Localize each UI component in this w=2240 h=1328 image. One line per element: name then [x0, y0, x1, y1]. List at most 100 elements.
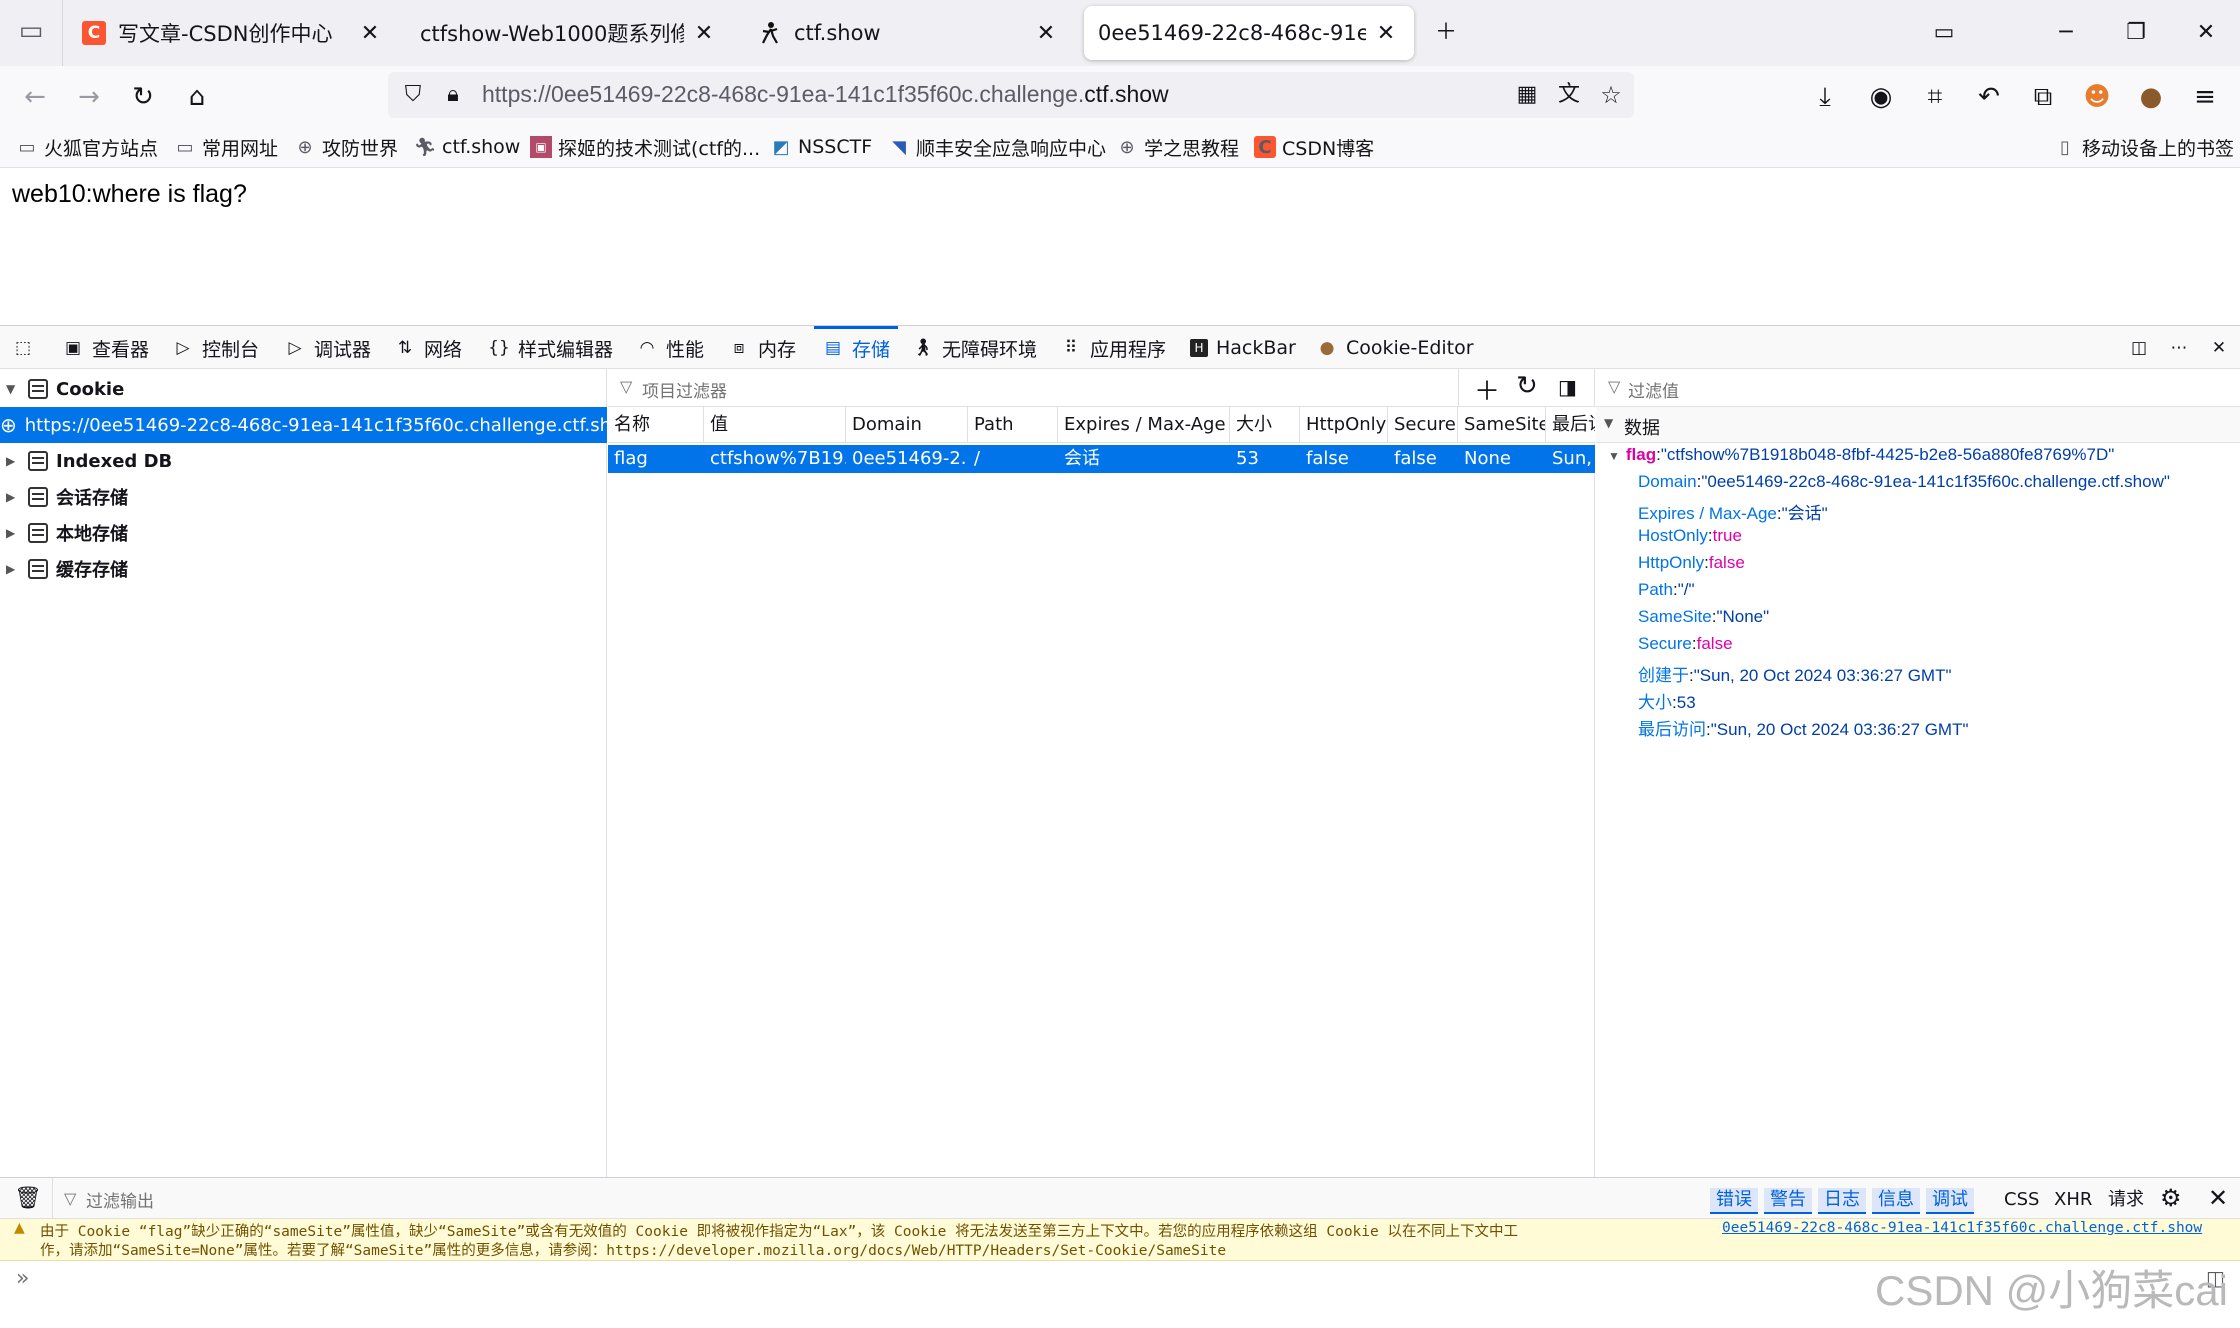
- bookmark-item[interactable]: ◥ 顺丰安全应急响应中心: [888, 126, 1106, 168]
- tab-performance[interactable]: ◠ 性能: [636, 326, 704, 370]
- bookmark-item[interactable]: ▣ 探姬的技术测试(ctf的...: [530, 126, 760, 168]
- bookmark-item[interactable]: ◩ NSSCTF: [770, 126, 872, 168]
- tab-ctfshow[interactable]: ctf.show ✕: [744, 6, 1074, 60]
- filter-debug[interactable]: 调试: [1926, 1188, 1974, 1214]
- tab-memory[interactable]: ⧈ 内存: [728, 326, 796, 370]
- undo-icon[interactable]: ↶: [1972, 80, 2006, 114]
- column-samesite[interactable]: SameSite: [1458, 407, 1546, 443]
- star-icon[interactable]: ☆: [1594, 78, 1628, 112]
- lock-icon[interactable]: 🔒︎: [436, 78, 470, 112]
- property-row[interactable]: 创建于:"Sun, 20 Oct 2024 03:36:27 GMT": [1638, 661, 1952, 686]
- trash-icon[interactable]: 🗑︎: [14, 1186, 42, 1211]
- url-text[interactable]: https://0ee51469-22c8-468c-91ea-141c1f35…: [482, 81, 1169, 108]
- restore-button[interactable]: ❐: [2106, 0, 2166, 66]
- tab-ctfshow-series[interactable]: ctfshow-Web1000题系列修炼(一) ✕: [406, 6, 732, 60]
- column-secure[interactable]: Secure: [1388, 407, 1458, 443]
- bookmark-item[interactable]: 🏃︎ ctf.show: [414, 126, 521, 168]
- bookmark-item[interactable]: C CSDN博客: [1254, 126, 1374, 168]
- sidebar-section-header[interactable]: ▼ 数据: [1596, 407, 2240, 443]
- console-filter-input[interactable]: 过滤输出: [86, 1187, 154, 1212]
- mobile-bookmarks[interactable]: ▯ 移动设备上的书签: [2054, 126, 2234, 168]
- column-last-accessed[interactable]: 最后访问: [1546, 407, 1595, 443]
- download-icon[interactable]: ⤓: [1808, 80, 1842, 114]
- tab-storage[interactable]: ▤ 存储: [813, 326, 899, 370]
- tab-debugger[interactable]: ▷ 调试器: [284, 326, 371, 370]
- close-icon[interactable]: ✕: [690, 21, 718, 46]
- tab-console[interactable]: ▷ 控制台: [172, 326, 259, 370]
- items-filter-input[interactable]: 项目过滤器: [642, 377, 727, 402]
- filter-values-input[interactable]: 过滤值: [1628, 377, 1679, 402]
- warning-source-link[interactable]: 0ee51469-22c8-468c-91ea-141c1f35f60c.cha…: [1722, 1220, 2202, 1236]
- property-row[interactable]: SameSite:"None": [1638, 607, 1769, 627]
- column-name[interactable]: 名称: [608, 407, 704, 443]
- tab-hackbar[interactable]: H HackBar: [1190, 326, 1296, 370]
- property-row[interactable]: 最后访问:"Sun, 20 Oct 2024 03:36:27 GMT": [1638, 715, 1969, 740]
- tab-cookie-editor[interactable]: ● Cookie-Editor: [1316, 326, 1474, 370]
- more-icon[interactable]: ⋯: [2168, 326, 2198, 370]
- column-size[interactable]: 大小: [1230, 407, 1300, 443]
- tree-item-cache-storage[interactable]: ▶ 缓存存储: [0, 551, 607, 587]
- close-icon[interactable]: ✕: [1372, 21, 1400, 46]
- refresh-icon[interactable]: ↻: [1516, 371, 1538, 401]
- back-icon[interactable]: ←: [18, 80, 52, 114]
- bookmark-item[interactable]: ⊕ 学之思教程: [1116, 126, 1239, 168]
- add-item-icon[interactable]: ＋: [1474, 371, 1500, 408]
- close-icon[interactable]: ✕: [1032, 21, 1060, 46]
- reload-icon[interactable]: ↻: [126, 80, 160, 114]
- filter-logs[interactable]: 日志: [1818, 1188, 1866, 1214]
- bookmark-item[interactable]: ▭ 火狐官方站点: [16, 126, 158, 168]
- menu-icon[interactable]: ≡: [2188, 80, 2222, 114]
- tab-style-editor[interactable]: {} 样式编辑器: [488, 326, 613, 370]
- property-row[interactable]: HttpOnly:false: [1638, 553, 1745, 573]
- column-domain[interactable]: Domain: [846, 407, 968, 443]
- tab-csdn-editor[interactable]: C 写文章-CSDN创作中心 ✕: [68, 6, 398, 60]
- minimize-button[interactable]: ─: [2036, 0, 2096, 66]
- close-icon[interactable]: ✕: [356, 21, 384, 46]
- close-window-button[interactable]: ✕: [2176, 0, 2236, 66]
- tree-item-session-storage[interactable]: ▶ 会话存储: [0, 479, 607, 515]
- close-icon[interactable]: ✕: [2208, 1184, 2228, 1212]
- tab-network[interactable]: ⇅ 网络: [394, 326, 462, 370]
- tree-item-cookie[interactable]: ▼ Cookie: [0, 371, 607, 407]
- crop-icon[interactable]: ⌗: [1918, 80, 1952, 114]
- tab-inspector[interactable]: ▣ 查看器: [62, 326, 149, 370]
- table-row[interactable]: flag ctfshow%7B19... 0ee51469-2... / 会话 …: [608, 445, 1595, 473]
- tab-accessibility[interactable]: 🚶︎ 无障碍环境: [912, 326, 1037, 370]
- bookmark-item[interactable]: ⊕ 攻防世界: [294, 126, 398, 168]
- tab-challenge-active[interactable]: 0ee51469-22c8-468c-91ea-141c1f35f60c ✕: [1084, 6, 1414, 60]
- filter-css[interactable]: CSS: [2004, 1188, 2039, 1212]
- tree-item-indexeddb[interactable]: ▶ Indexed DB: [0, 443, 607, 479]
- filter-errors[interactable]: 错误: [1710, 1188, 1758, 1214]
- home-icon[interactable]: ⌂: [180, 80, 214, 114]
- property-row[interactable]: Path:"/": [1638, 580, 1695, 600]
- bookmark-item[interactable]: ▭ 常用网址: [174, 126, 278, 168]
- gear-icon[interactable]: ⚙: [2160, 1184, 2182, 1212]
- property-row[interactable]: Secure:false: [1638, 634, 1733, 654]
- dock-icon[interactable]: ◫: [2128, 326, 2158, 370]
- property-row[interactable]: Domain:"0ee51469-22c8-468c-91ea-141c1f35…: [1638, 472, 2170, 492]
- element-picker-icon[interactable]: ⬚: [12, 326, 42, 370]
- account-icon[interactable]: ◉: [1864, 80, 1898, 114]
- extensions-icon[interactable]: ⧉: [2026, 80, 2060, 114]
- toggle-sidebar-icon[interactable]: ◨: [1558, 375, 1577, 399]
- tree-item-cookie-host[interactable]: ⊕ https://0ee51469-22c8-468c-91ea-141c1f3…: [0, 407, 607, 443]
- property-row[interactable]: Expires / Max-Age:"会话": [1638, 499, 1828, 524]
- column-value[interactable]: 值: [704, 407, 846, 443]
- tab-application[interactable]: ⠿ 应用程序: [1060, 326, 1166, 370]
- extension-avatar-icon[interactable]: ☻: [2080, 80, 2114, 114]
- property-row[interactable]: HostOnly:true: [1638, 526, 1742, 546]
- filter-requests[interactable]: 请求: [2108, 1188, 2144, 1212]
- filter-info[interactable]: 信息: [1872, 1188, 1920, 1214]
- tab-list-icon[interactable]: ▭: [14, 14, 48, 48]
- forward-icon[interactable]: →: [72, 80, 106, 114]
- flag-entry[interactable]: ▼ flag:"ctfshow%7B1918b048-8fbf-4425-b2e8…: [1608, 445, 2114, 465]
- close-devtools-icon[interactable]: ✕: [2208, 326, 2238, 370]
- tree-item-local-storage[interactable]: ▶ 本地存储: [0, 515, 607, 551]
- property-row[interactable]: 大小:53: [1638, 688, 1696, 713]
- new-tab-button[interactable]: ＋: [1416, 0, 1476, 66]
- translate-icon[interactable]: 文: [1552, 78, 1586, 112]
- column-expires[interactable]: Expires / Max-Age: [1058, 407, 1230, 443]
- filter-xhr[interactable]: XHR: [2054, 1188, 2092, 1212]
- filter-warnings[interactable]: 警告: [1764, 1188, 1812, 1214]
- column-httponly[interactable]: HttpOnly: [1300, 407, 1388, 443]
